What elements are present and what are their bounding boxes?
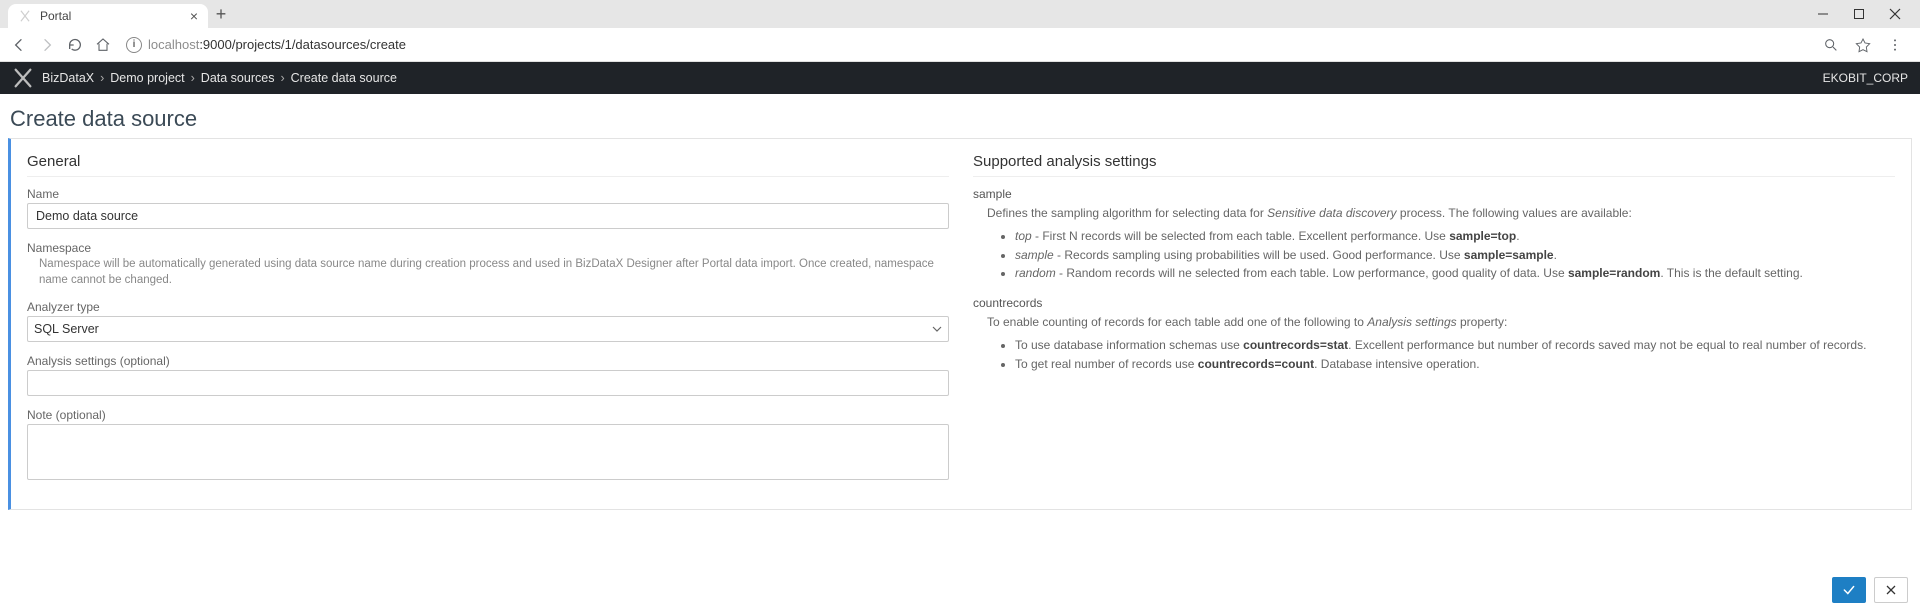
close-icon[interactable]: × — [190, 8, 198, 24]
page-title: Create data source — [8, 104, 1912, 138]
sample-block: sample Defines the sampling algorithm fo… — [973, 187, 1895, 282]
sample-heading: sample — [973, 187, 1895, 201]
chevron-right-icon: › — [191, 71, 195, 85]
browser-tab-strip: Portal × + — [0, 0, 1920, 28]
chevron-right-icon: › — [100, 71, 104, 85]
new-tab-button[interactable]: + — [208, 4, 234, 25]
back-button[interactable] — [10, 36, 28, 54]
form-panel: General Name Namespace Namespace will be… — [8, 138, 1912, 510]
list-item: To use database information schemas use … — [1015, 337, 1895, 354]
countrecords-list: To use database information schemas use … — [973, 337, 1895, 373]
sample-description: Defines the sampling algorithm for selec… — [973, 205, 1895, 222]
analyzer-select[interactable]: SQL Server — [27, 316, 949, 342]
list-item: To get real number of records use countr… — [1015, 356, 1895, 373]
footer-actions — [0, 571, 1920, 609]
confirm-button[interactable] — [1832, 577, 1866, 603]
breadcrumb-root[interactable]: BizDataX — [42, 71, 94, 85]
analysis-settings-label: Analysis settings (optional) — [27, 354, 949, 368]
window-close-button[interactable] — [1886, 5, 1904, 23]
corp-label: EKOBIT_CORP — [1823, 71, 1908, 85]
breadcrumb-current: Create data source — [291, 71, 397, 85]
app-logo — [12, 67, 34, 89]
url-path: :9000/projects/1/datasources/create — [199, 37, 406, 52]
tab-title: Portal — [40, 9, 182, 23]
list-item: random - Random records will ne selected… — [1015, 265, 1895, 282]
breadcrumb-project[interactable]: Demo project — [110, 71, 184, 85]
zoom-icon[interactable] — [1822, 36, 1840, 54]
analyzer-value: SQL Server — [34, 322, 99, 336]
name-input[interactable] — [27, 203, 949, 229]
note-textarea[interactable] — [27, 424, 949, 480]
maximize-button[interactable] — [1850, 5, 1868, 23]
check-icon — [1842, 583, 1856, 597]
note-label: Note (optional) — [27, 408, 949, 422]
breadcrumb: BizDataX › Demo project › Data sources ›… — [42, 71, 397, 85]
analysis-settings-input[interactable] — [27, 370, 949, 396]
close-icon — [1885, 584, 1897, 596]
chevron-down-icon — [932, 324, 942, 334]
reload-button[interactable] — [66, 36, 84, 54]
forward-button[interactable] — [38, 36, 56, 54]
countrecords-heading: countrecords — [973, 296, 1895, 310]
breadcrumb-datasources[interactable]: Data sources — [201, 71, 275, 85]
minimize-button[interactable] — [1814, 5, 1832, 23]
section-general-title: General — [27, 153, 949, 177]
browser-tab[interactable]: Portal × — [8, 4, 208, 28]
cancel-button[interactable] — [1874, 577, 1908, 603]
list-item: sample - Records sampling using probabil… — [1015, 247, 1895, 264]
analyzer-label: Analyzer type — [27, 300, 949, 314]
chevron-right-icon: › — [280, 71, 284, 85]
section-supported-title: Supported analysis settings — [973, 153, 1895, 177]
sample-list: top - First N records will be selected f… — [973, 228, 1895, 282]
list-item: top - First N records will be selected f… — [1015, 228, 1895, 245]
app-header: BizDataX › Demo project › Data sources ›… — [0, 62, 1920, 94]
bookmark-icon[interactable] — [1854, 36, 1872, 54]
namespace-label: Namespace — [27, 241, 949, 255]
url-host: localhost — [148, 37, 199, 52]
menu-icon[interactable] — [1886, 36, 1904, 54]
site-info-icon[interactable]: i — [126, 37, 142, 53]
countrecords-description: To enable counting of records for each t… — [973, 314, 1895, 331]
countrecords-block: countrecords To enable counting of recor… — [973, 296, 1895, 372]
namespace-help: Namespace will be automatically generate… — [27, 257, 949, 288]
window-controls — [1814, 5, 1912, 23]
browser-toolbar: i localhost:9000/projects/1/datasources/… — [0, 28, 1920, 62]
address-bar[interactable]: i localhost:9000/projects/1/datasources/… — [122, 37, 1812, 53]
name-label: Name — [27, 187, 949, 201]
home-button[interactable] — [94, 36, 112, 54]
tab-favicon — [18, 9, 32, 23]
